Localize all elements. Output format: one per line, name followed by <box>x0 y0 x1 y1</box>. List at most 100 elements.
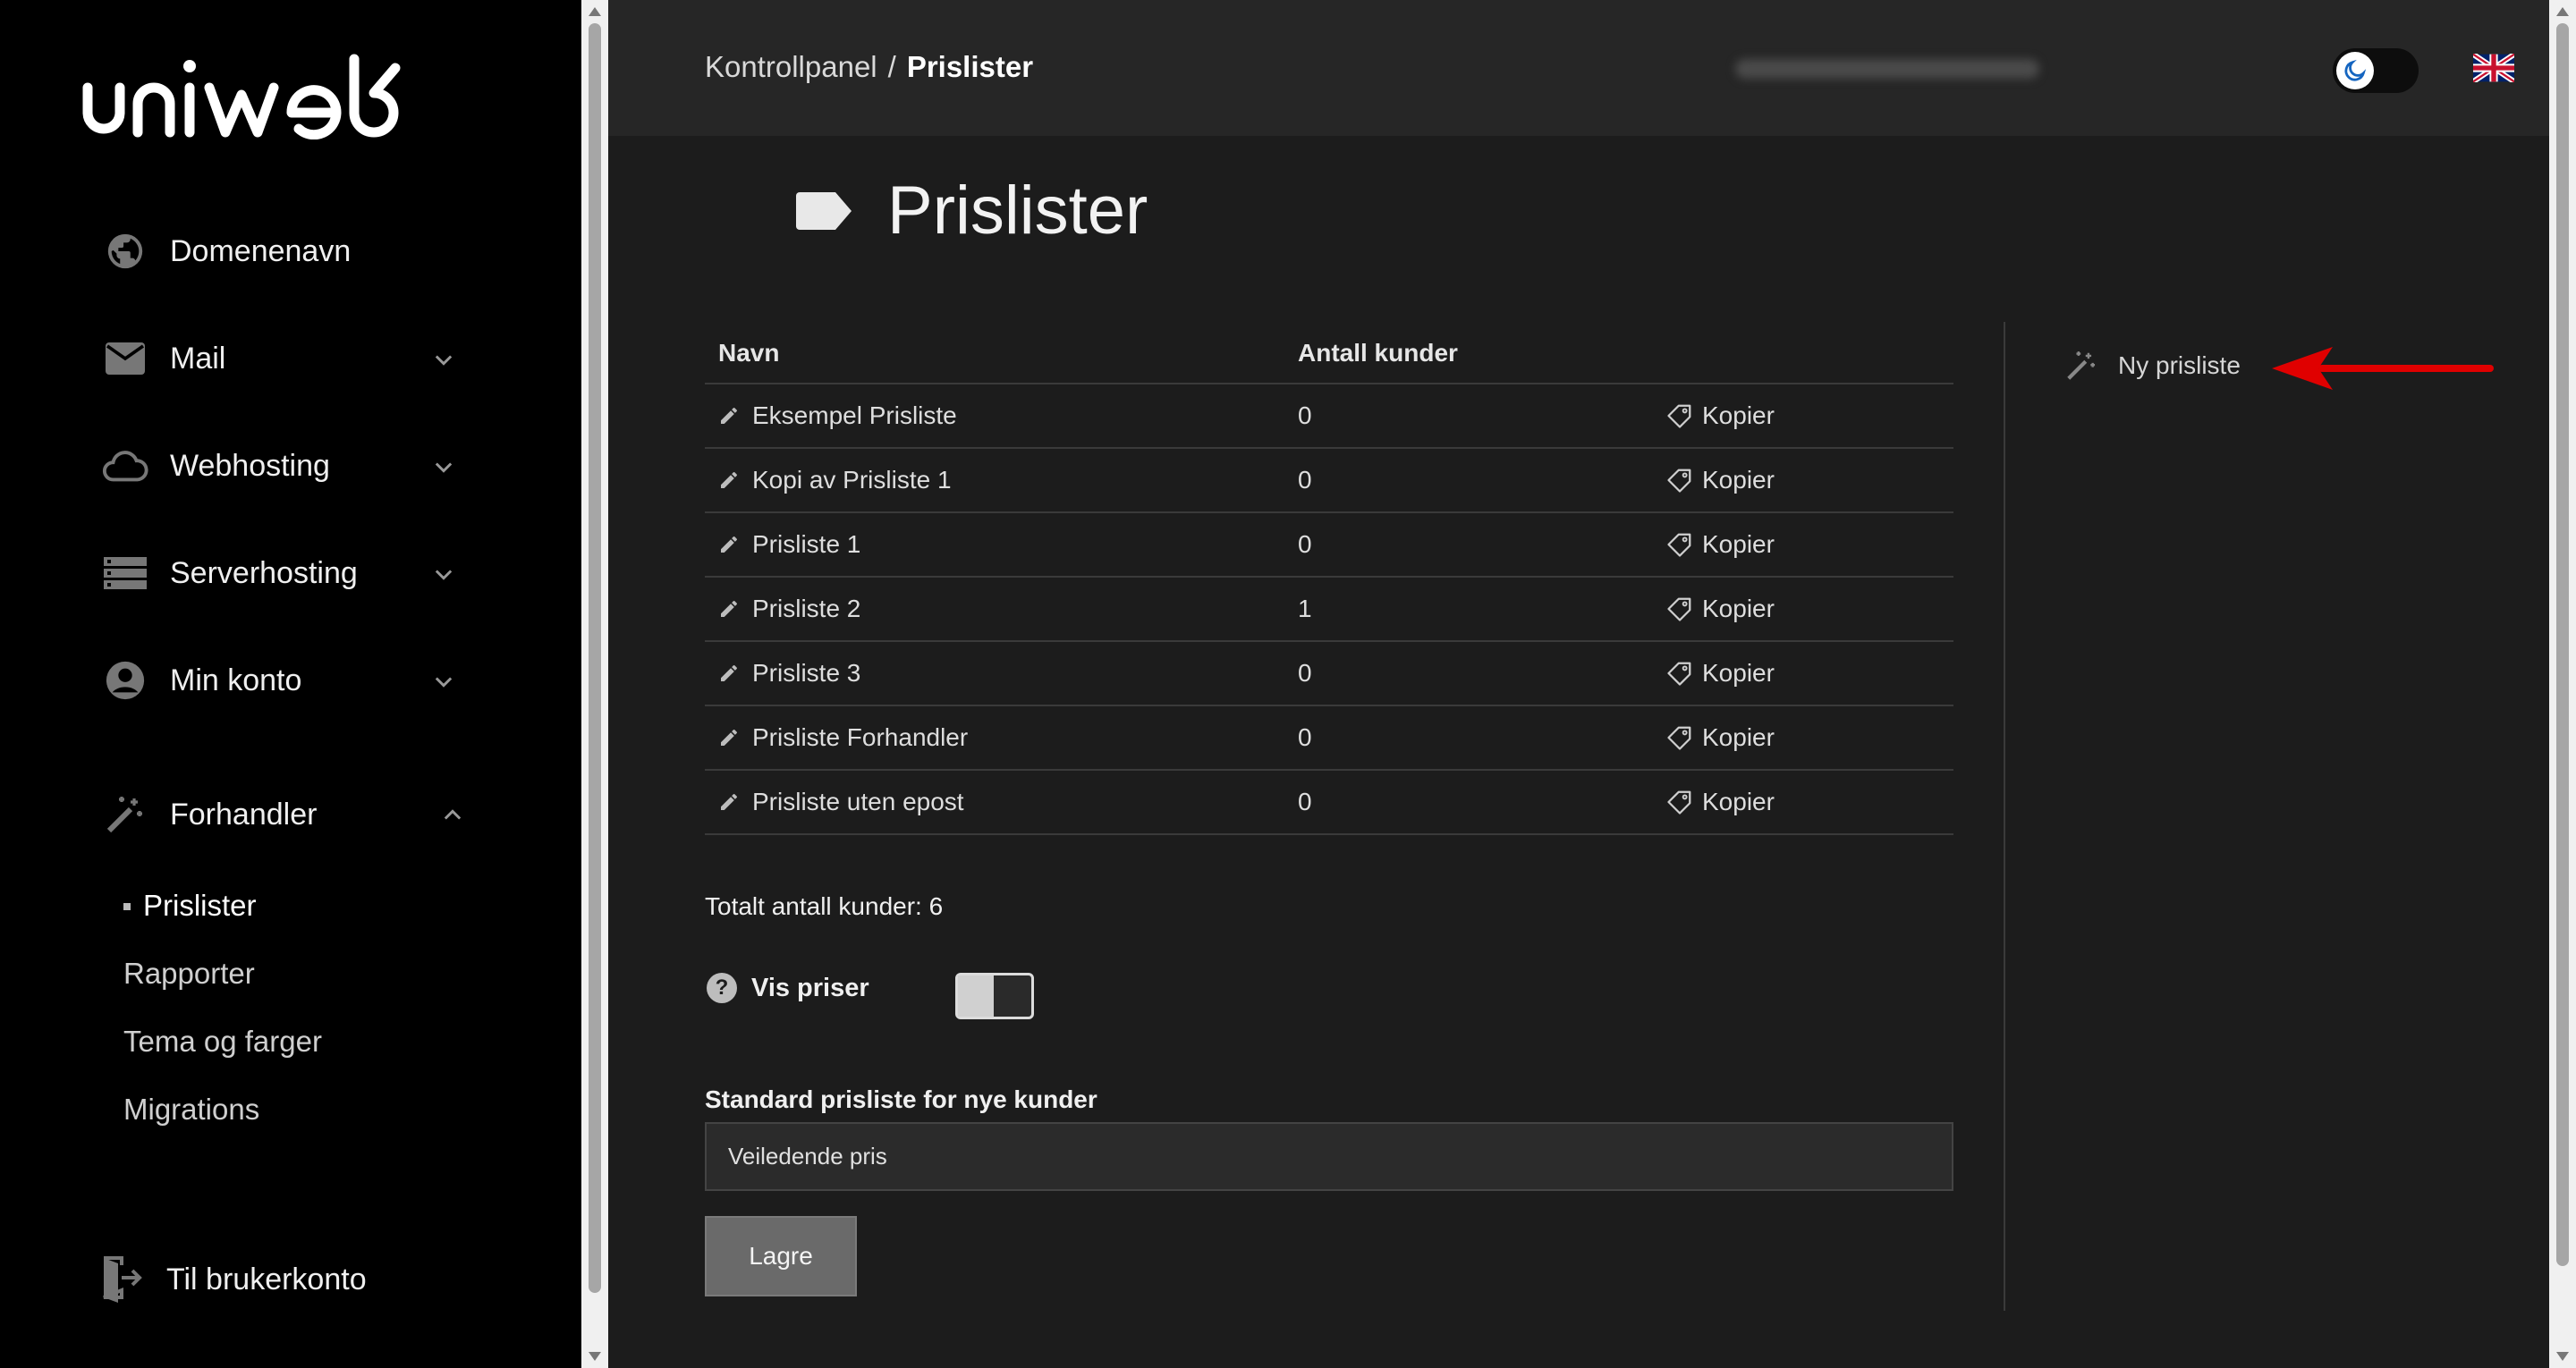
tag-icon <box>1666 660 1693 687</box>
customer-count: 0 <box>1298 401 1312 429</box>
uniweb-logo[interactable] <box>80 50 474 139</box>
sidebar-item-label: Domenenavn <box>170 233 352 268</box>
sidebar-subitem-rapporter[interactable]: Rapporter <box>123 957 255 991</box>
copy-button[interactable]: Kopier <box>1666 659 1775 688</box>
edit-pencil-icon[interactable] <box>718 727 740 748</box>
copy-label: Kopier <box>1702 788 1775 815</box>
edit-pencil-icon[interactable] <box>718 469 740 491</box>
chevron-down-icon[interactable] <box>431 562 456 587</box>
customer-count: 0 <box>1298 788 1312 815</box>
table-row: Prisliste 2 1 Kopier <box>705 578 1953 642</box>
tag-icon <box>1666 531 1693 558</box>
exit-door-icon <box>95 1256 148 1303</box>
table-row: Eksempel Prisliste 0 Kopier <box>705 384 1953 449</box>
toggle-knob <box>958 975 994 1017</box>
table-header: Navn Antall kunder <box>705 324 1953 384</box>
theme-toggle[interactable] <box>2333 48 2419 93</box>
header-count: Antall kunder <box>1298 339 1458 367</box>
edit-pencil-icon[interactable] <box>718 534 740 555</box>
account-circle-icon <box>98 658 152 703</box>
sidebar-item-webhosting[interactable]: Webhosting <box>98 435 483 497</box>
pricelist-table: Navn Antall kunder Eksempel Prisliste 0 Ko… <box>705 324 1953 835</box>
pricelist-name-link[interactable]: Prisliste 3 <box>752 659 860 688</box>
scrollbar-thumb[interactable] <box>589 23 601 1293</box>
customer-count: 0 <box>1298 530 1312 558</box>
envelope-icon <box>98 336 152 381</box>
pricelist-name-link[interactable]: Kopi av Prisliste 1 <box>752 466 952 494</box>
breadcrumb-root[interactable]: Kontrollpanel <box>705 50 877 84</box>
sidebar-item-domenenavn[interactable]: Domenenavn <box>98 220 483 283</box>
chevron-down-icon[interactable] <box>431 347 456 372</box>
edit-pencil-icon[interactable] <box>718 791 740 813</box>
to-user-account-link[interactable]: Til brukerkonto <box>95 1248 479 1311</box>
sidebar-subitem-prislister[interactable]: Prislister <box>143 889 257 923</box>
row-name-cell: Prisliste 3 <box>705 659 1298 688</box>
sidebar-item-mail[interactable]: Mail <box>98 327 483 390</box>
sidebar-item-label: Webhosting <box>170 448 330 483</box>
globe-icon <box>98 229 152 274</box>
scrollbar-thumb[interactable] <box>2556 23 2569 1266</box>
table-row: Kopi av Prisliste 1 0 Kopier <box>705 449 1953 513</box>
sidebar-item-serverhosting[interactable]: Serverhosting <box>98 542 483 604</box>
moon-icon <box>2336 52 2374 89</box>
copy-button[interactable]: Kopier <box>1666 530 1775 559</box>
edit-pencil-icon[interactable] <box>718 405 740 426</box>
copy-label: Kopier <box>1702 401 1775 429</box>
edit-pencil-icon[interactable] <box>718 598 740 620</box>
sidebar-subitem-tema-og-farger[interactable]: Tema og farger <box>123 1025 322 1059</box>
row-name-cell: Eksempel Prisliste <box>705 401 1298 430</box>
scroll-down-arrow[interactable] <box>2556 1352 2569 1361</box>
row-name-cell: Kopi av Prisliste 1 <box>705 466 1298 494</box>
copy-label: Kopier <box>1702 659 1775 687</box>
page-scrollbar[interactable] <box>2549 0 2576 1368</box>
uk-flag-icon[interactable] <box>2473 54 2514 82</box>
pricelist-name-link[interactable]: Prisliste Forhandler <box>752 723 968 752</box>
breadcrumb-current: Prislister <box>906 50 1034 83</box>
sidebar-item-forhandler[interactable]: Forhandler <box>98 783 483 846</box>
tag-icon <box>1666 467 1693 494</box>
sidebar-item-min-konto[interactable]: Min konto <box>98 649 483 712</box>
pricelist-name-link[interactable]: Eksempel Prisliste <box>752 401 957 430</box>
sidebar-item-label: Min konto <box>170 663 302 697</box>
copy-button[interactable]: Kopier <box>1666 788 1775 816</box>
row-name-cell: Prisliste 2 <box>705 595 1298 623</box>
help-question-icon[interactable]: ? <box>707 973 737 1003</box>
table-row: Prisliste 1 0 Kopier <box>705 513 1953 578</box>
tag-icon <box>1666 402 1693 429</box>
scroll-up-arrow[interactable] <box>589 7 601 16</box>
magic-wand-icon <box>2067 351 2096 380</box>
sidebar-scrollbar[interactable] <box>581 0 608 1368</box>
breadcrumb-separator: / <box>887 50 896 83</box>
sidebar-item-label: Mail <box>170 341 226 376</box>
copy-button[interactable]: Kopier <box>1666 723 1775 752</box>
scroll-up-arrow[interactable] <box>2556 7 2569 16</box>
copy-button[interactable]: Kopier <box>1666 595 1775 623</box>
select-value: Veiledende pris <box>728 1143 887 1170</box>
tag-icon <box>1666 724 1693 751</box>
tag-icon <box>1666 595 1693 622</box>
copy-button[interactable]: Kopier <box>1666 401 1775 430</box>
sidebar-exit-label: Til brukerkonto <box>166 1262 367 1296</box>
copy-button[interactable]: Kopier <box>1666 466 1775 494</box>
chevron-down-icon[interactable] <box>431 669 456 694</box>
sidebar-subitem-migrations[interactable]: Migrations <box>123 1093 259 1127</box>
tag-icon <box>1666 789 1693 815</box>
scroll-down-arrow[interactable] <box>589 1352 601 1361</box>
show-prices-row: ? Vis priser <box>707 973 869 1003</box>
save-button[interactable]: Lagre <box>705 1216 857 1296</box>
pricelist-name-link[interactable]: Prisliste 2 <box>752 595 860 623</box>
chevron-down-icon[interactable] <box>431 454 456 479</box>
show-prices-toggle[interactable] <box>955 973 1034 1019</box>
default-pricelist-select[interactable]: Veiledende pris <box>705 1122 1953 1191</box>
pricelist-name-link[interactable]: Prisliste uten epost <box>752 788 964 816</box>
chevron-up-icon[interactable] <box>440 803 465 828</box>
copy-label: Kopier <box>1702 466 1775 494</box>
pricelist-name-link[interactable]: Prisliste 1 <box>752 530 860 559</box>
server-icon <box>98 551 152 595</box>
new-pricelist-button[interactable]: Ny prisliste <box>2064 349 2241 383</box>
sidebar: Domenenavn Mail Webhosting Serverhosting… <box>0 0 581 1368</box>
sidebar-item-label: Serverhosting <box>170 555 358 590</box>
copy-label: Kopier <box>1702 723 1775 751</box>
page-title: Prislister <box>796 172 1148 249</box>
edit-pencil-icon[interactable] <box>718 663 740 684</box>
